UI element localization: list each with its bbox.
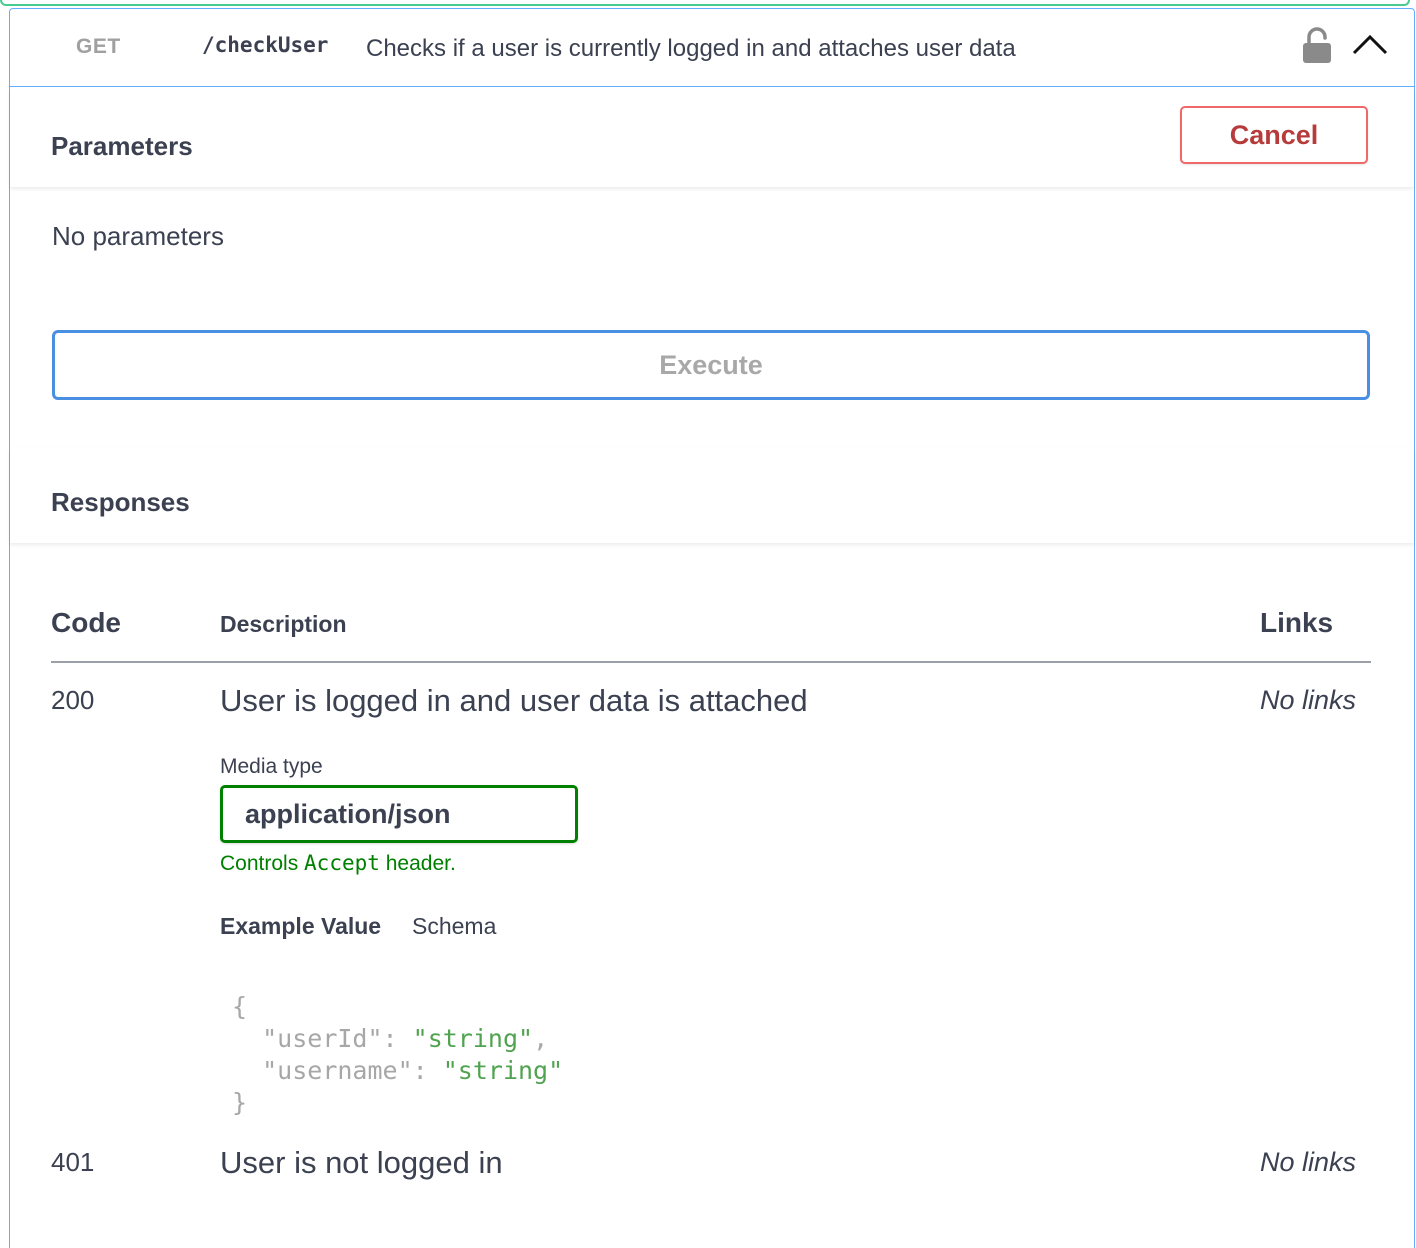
table-header-divider: [51, 661, 1371, 663]
lock-icon[interactable]: [1300, 25, 1334, 70]
column-header-links: Links: [1260, 607, 1334, 638]
http-method: GET: [76, 35, 121, 58]
parameters-title: Parameters: [51, 131, 193, 161]
response-description-200: User is logged in and user data is attac…: [220, 683, 808, 718]
response-description-401: User is not logged in: [220, 1145, 503, 1180]
operation-path: /checkUser: [202, 33, 329, 57]
controls-accept-note: Controls Accept header.: [220, 851, 456, 875]
column-header-description: Description: [220, 611, 347, 637]
responses-title: Responses: [51, 487, 190, 517]
accept-code: Accept: [304, 851, 380, 875]
operation-block-get-checkuser: GET /checkUser Checks if a user is curre…: [9, 8, 1415, 1248]
operation-summary[interactable]: GET /checkUser Checks if a user is curre…: [10, 9, 1414, 87]
tab-example-value[interactable]: Example Value: [220, 913, 381, 940]
chevron-up-icon[interactable]: [1350, 31, 1390, 64]
previous-operation-block: [0, 0, 1410, 6]
response-links-200: No links: [1260, 685, 1357, 715]
media-type-label: Media type: [220, 755, 323, 778]
response-code-401: 401: [51, 1147, 95, 1177]
tab-schema[interactable]: Schema: [412, 913, 496, 940]
execute-button[interactable]: Execute: [52, 330, 1370, 400]
example-value-code: { "userId": "string", "username": "strin…: [232, 992, 564, 1117]
cancel-button[interactable]: Cancel: [1180, 106, 1368, 164]
response-code-200: 200: [51, 685, 95, 715]
operation-summary-text: Checks if a user is currently logged in …: [366, 35, 1016, 62]
no-parameters-text: No parameters: [52, 221, 224, 251]
media-type-select[interactable]: application/json: [220, 785, 578, 843]
responses-header: Responses: [10, 447, 1414, 543]
response-links-401: No links: [1260, 1147, 1357, 1177]
column-header-code: Code: [51, 607, 121, 638]
